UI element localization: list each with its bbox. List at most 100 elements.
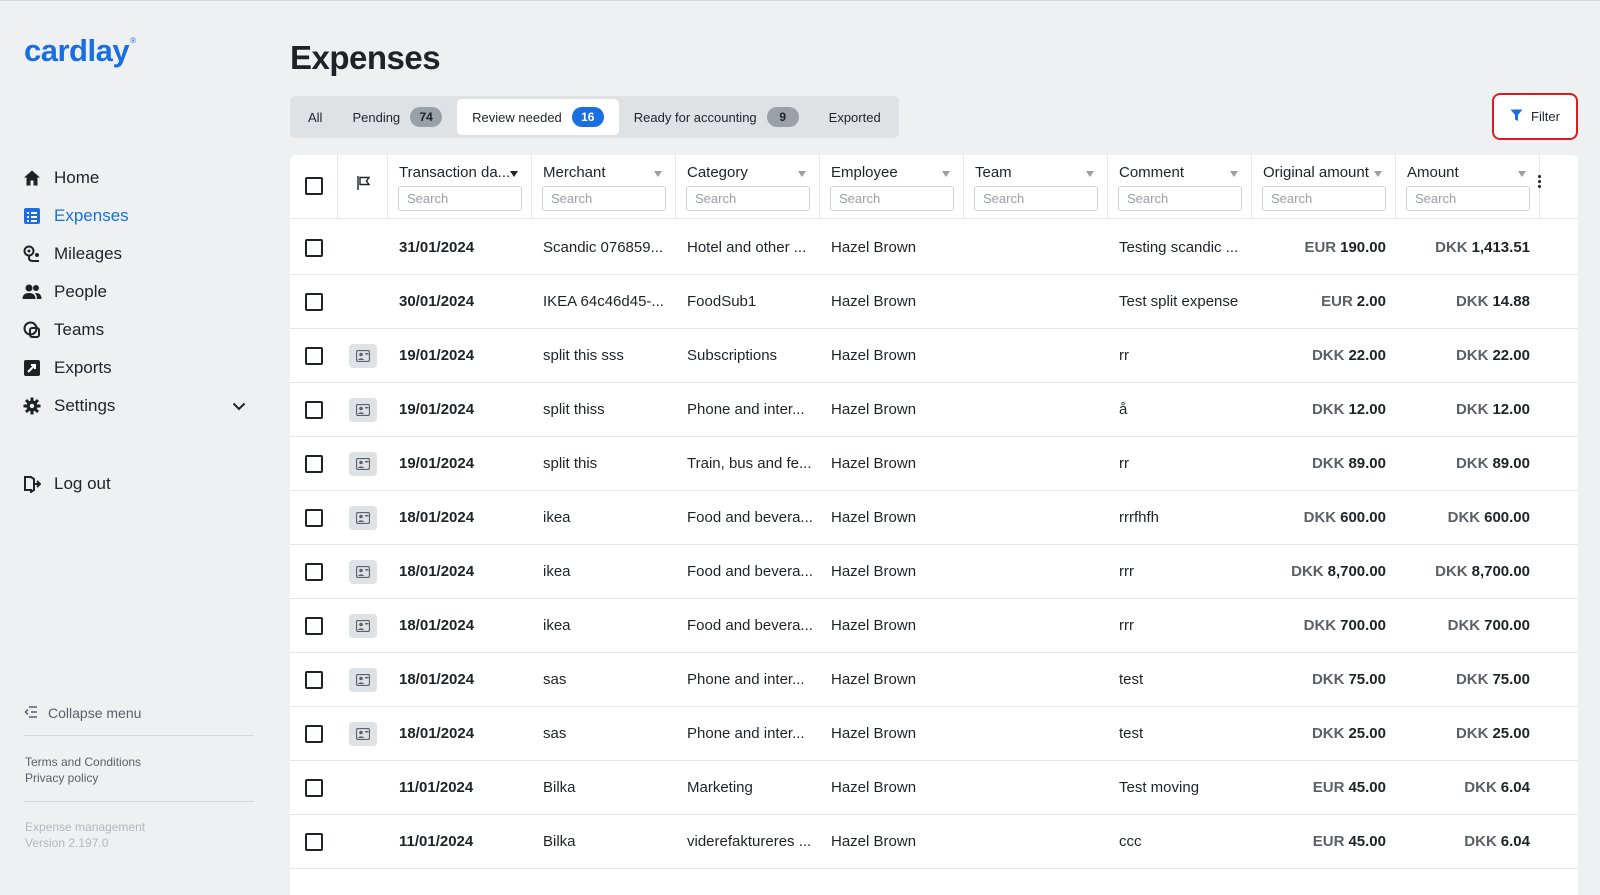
nav-item-people[interactable]: People: [22, 273, 252, 311]
sort-icon[interactable]: [798, 171, 806, 177]
column-team[interactable]: Team: [964, 155, 1108, 219]
receipt-icon[interactable]: [349, 397, 377, 422]
row-checkbox[interactable]: [305, 724, 323, 743]
column-original-amount[interactable]: Original amount: [1252, 155, 1396, 219]
receipt-cell: [349, 274, 379, 329]
row-checkbox[interactable]: [305, 238, 323, 257]
nav-item-expenses[interactable]: Expenses: [22, 197, 252, 235]
original-amount-cell: DKK 22.00: [1252, 328, 1386, 383]
row-checkbox[interactable]: [305, 778, 323, 797]
sort-icon[interactable]: [1374, 171, 1382, 177]
receipt-cell: [349, 328, 379, 383]
row-checkbox[interactable]: [305, 562, 323, 581]
page-title: Expenses: [290, 39, 441, 76]
row-checkbox[interactable]: [305, 616, 323, 635]
merchant-cell: IKEA 64c46d45-...: [543, 293, 664, 310]
tab-pending[interactable]: Pending 74: [337, 99, 457, 135]
sort-icon[interactable]: [1230, 171, 1238, 177]
merchant-cell: sas: [543, 725, 567, 742]
table-row[interactable]: 18/01/2024 ikea Food and bevera... Hazel Br…: [290, 598, 1578, 653]
row-checkbox[interactable]: [305, 832, 323, 851]
table-row[interactable]: 11/01/2024 Bilka viderefaktureres ... Hazel…: [290, 814, 1578, 869]
category-search-input[interactable]: [686, 186, 810, 211]
nav-item-teams[interactable]: Teams: [22, 311, 252, 349]
date-cell: 19/01/2024: [399, 347, 475, 364]
tab-exported[interactable]: Exported: [814, 99, 896, 135]
flag-icon[interactable]: [356, 175, 372, 196]
collapse-menu-button[interactable]: Collapse menu: [24, 705, 141, 721]
privacy-link[interactable]: Privacy policy: [25, 770, 141, 786]
sort-icon[interactable]: [942, 171, 950, 177]
column-transaction-date[interactable]: Transaction da...: [388, 155, 532, 219]
column-merchant[interactable]: Merchant: [532, 155, 676, 219]
table-row[interactable]: 31/01/2024 Scandic 076859... Hotel and oth…: [290, 220, 1578, 275]
merchant-cell: Bilka: [543, 779, 576, 796]
row-checkbox-cell: [305, 436, 325, 491]
tab-all[interactable]: All: [293, 99, 337, 135]
cardlay-logo[interactable]: cardlay®: [24, 33, 136, 69]
receipt-cell: [349, 220, 379, 275]
table-row[interactable]: 18/01/2024 sas Phone and inter... Hazel Bro…: [290, 652, 1578, 707]
row-checkbox[interactable]: [305, 670, 323, 689]
sort-icon[interactable]: [1086, 171, 1094, 177]
currency-code: DKK: [1455, 401, 1489, 418]
employee-cell: Hazel Brown: [831, 779, 917, 796]
nav-item-home[interactable]: Home: [22, 159, 252, 197]
table-row[interactable]: 19/01/2024 split thiss Phone and inter... H…: [290, 382, 1578, 437]
employee-cell: Hazel Brown: [831, 455, 917, 472]
logout-button[interactable]: Log out: [22, 465, 111, 503]
original-amount-search-input[interactable]: [1262, 186, 1386, 211]
tab-review-needed[interactable]: Review needed 16: [457, 99, 619, 135]
nav-item-settings[interactable]: Settings: [22, 387, 252, 425]
category-cell: Phone and inter...: [687, 725, 805, 742]
receipt-icon[interactable]: [349, 505, 377, 530]
category-cell: Train, bus and fe...: [687, 455, 812, 472]
sort-icon[interactable]: [654, 171, 662, 177]
filter-button[interactable]: Filter: [1492, 93, 1578, 140]
row-checkbox[interactable]: [305, 454, 323, 473]
table-row[interactable]: 18/01/2024 ikea Food and bevera... Hazel Br…: [290, 544, 1578, 599]
employee-search-input[interactable]: [830, 186, 954, 211]
table-row[interactable]: 11/01/2024 Bilka Marketing Hazel Brown Test …: [290, 760, 1578, 815]
column-options-icon[interactable]: [1538, 175, 1542, 188]
receipt-icon[interactable]: [349, 451, 377, 476]
table-row[interactable]: 19/01/2024 split this sss Subscriptions Haz…: [290, 328, 1578, 383]
column-category[interactable]: Category: [676, 155, 820, 219]
sort-icon[interactable]: [1518, 171, 1526, 177]
column-amount[interactable]: Amount: [1396, 155, 1540, 219]
team-search-input[interactable]: [974, 186, 1098, 211]
receipt-icon[interactable]: [349, 343, 377, 368]
merchant-cell: split this sss: [543, 347, 624, 364]
currency-code: DKK: [1447, 509, 1481, 526]
nav-item-exports[interactable]: Exports: [22, 349, 252, 387]
table-row[interactable]: 18/01/2024 ikea Food and bevera... Hazel Br…: [290, 490, 1578, 545]
team-cell: [975, 382, 1103, 437]
receipt-icon[interactable]: [349, 613, 377, 638]
comment-cell: test: [1119, 671, 1144, 688]
column-employee[interactable]: Employee: [820, 155, 964, 219]
row-checkbox[interactable]: [305, 292, 323, 311]
column-comment[interactable]: Comment: [1108, 155, 1252, 219]
amount-value: 45.00: [1348, 779, 1386, 796]
table-row[interactable]: 19/01/2024 split this Train, bus and fe...…: [290, 436, 1578, 491]
row-checkbox[interactable]: [305, 508, 323, 527]
receipt-icon[interactable]: [349, 559, 377, 584]
row-checkbox[interactable]: [305, 400, 323, 419]
table-row[interactable]: 18/01/2024 sas Phone and inter... Hazel Bro…: [290, 706, 1578, 761]
select-all-checkbox[interactable]: [305, 177, 323, 195]
receipt-icon[interactable]: [349, 667, 377, 692]
comment-search-input[interactable]: [1118, 186, 1242, 211]
original-amount-cell: EUR 190.00: [1252, 220, 1386, 275]
table-row[interactable]: 30/01/2024 IKEA 64c46d45-... FoodSub1 Hazel…: [290, 274, 1578, 329]
merchant-search-input[interactable]: [542, 186, 666, 211]
nav-item-mileages[interactable]: Mileages: [22, 235, 252, 273]
tab-ready-for-accounting[interactable]: Ready for accounting 9: [619, 99, 814, 135]
terms-link[interactable]: Terms and Conditions: [25, 754, 141, 770]
amount-value: 190.00: [1340, 239, 1386, 256]
chevron-down-icon[interactable]: [232, 396, 246, 416]
amount-search-input[interactable]: [1406, 186, 1530, 211]
receipt-icon[interactable]: [349, 721, 377, 746]
row-checkbox[interactable]: [305, 346, 323, 365]
date-search-input[interactable]: [398, 186, 522, 211]
sort-desc-icon[interactable]: [510, 171, 518, 177]
